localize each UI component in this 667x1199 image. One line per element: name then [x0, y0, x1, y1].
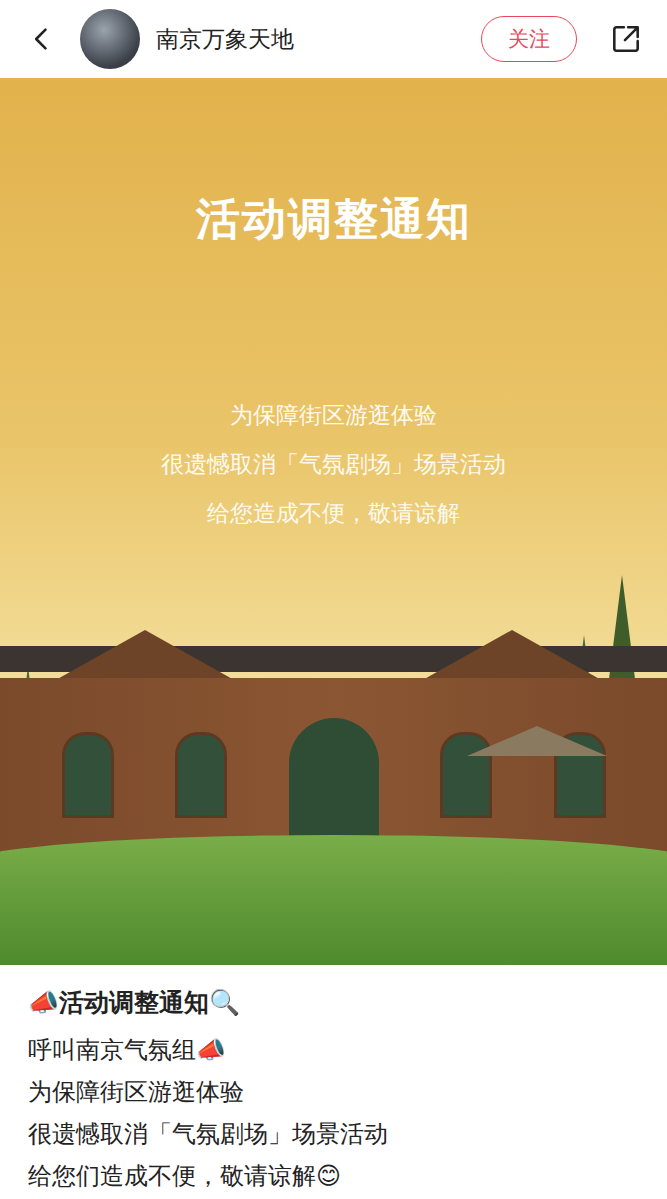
post-line: 很遗憾取消「气氛剧场」场景活动	[28, 1113, 639, 1155]
window	[62, 732, 114, 818]
post-line: 给您们造成不便，敬请谅解😊	[28, 1155, 639, 1197]
account-name[interactable]: 南京万象天地	[156, 24, 294, 55]
top-bar: 南京万象天地 关注	[0, 0, 667, 78]
building-illustration	[0, 538, 667, 965]
grass	[0, 835, 667, 965]
post-line: 呼叫南京气氛组📣	[28, 1029, 639, 1071]
poster-line: 给您造成不便，敬请谅解	[207, 489, 460, 538]
poster-line: 很遗憾取消「气氛剧场」场景活动	[161, 440, 506, 489]
follow-button[interactable]: 关注	[481, 16, 577, 62]
post-title: 📣活动调整通知🔍	[28, 983, 639, 1023]
poster-text: 为保障街区游逛体验很遗憾取消「气氛剧场」场景活动给您造成不便，敬请谅解	[161, 391, 506, 538]
poster-title: 活动调整通知	[196, 190, 472, 249]
poster-image: 活动调整通知为保障街区游逛体验很遗憾取消「气氛剧场」场景活动给您造成不便，敬请谅…	[0, 78, 667, 965]
window	[175, 732, 227, 818]
post-body: 📣活动调整通知🔍 呼叫南京气氛组📣为保障街区游逛体验很遗憾取消「气氛剧场」场景活动…	[0, 965, 667, 1199]
post-line: 为保障街区游逛体验	[28, 1071, 639, 1113]
poster-line: 为保障街区游逛体验	[230, 391, 437, 440]
share-icon[interactable]	[609, 22, 643, 56]
post-page: 南京万象天地关注活动调整通知为保障街区游逛体验很遗憾取消「气氛剧场」场景活动给您…	[0, 0, 667, 1199]
window	[440, 732, 492, 818]
door	[289, 718, 379, 838]
back-icon[interactable]	[28, 25, 56, 53]
building-wall	[0, 678, 667, 858]
avatar-icon[interactable]	[80, 9, 140, 69]
